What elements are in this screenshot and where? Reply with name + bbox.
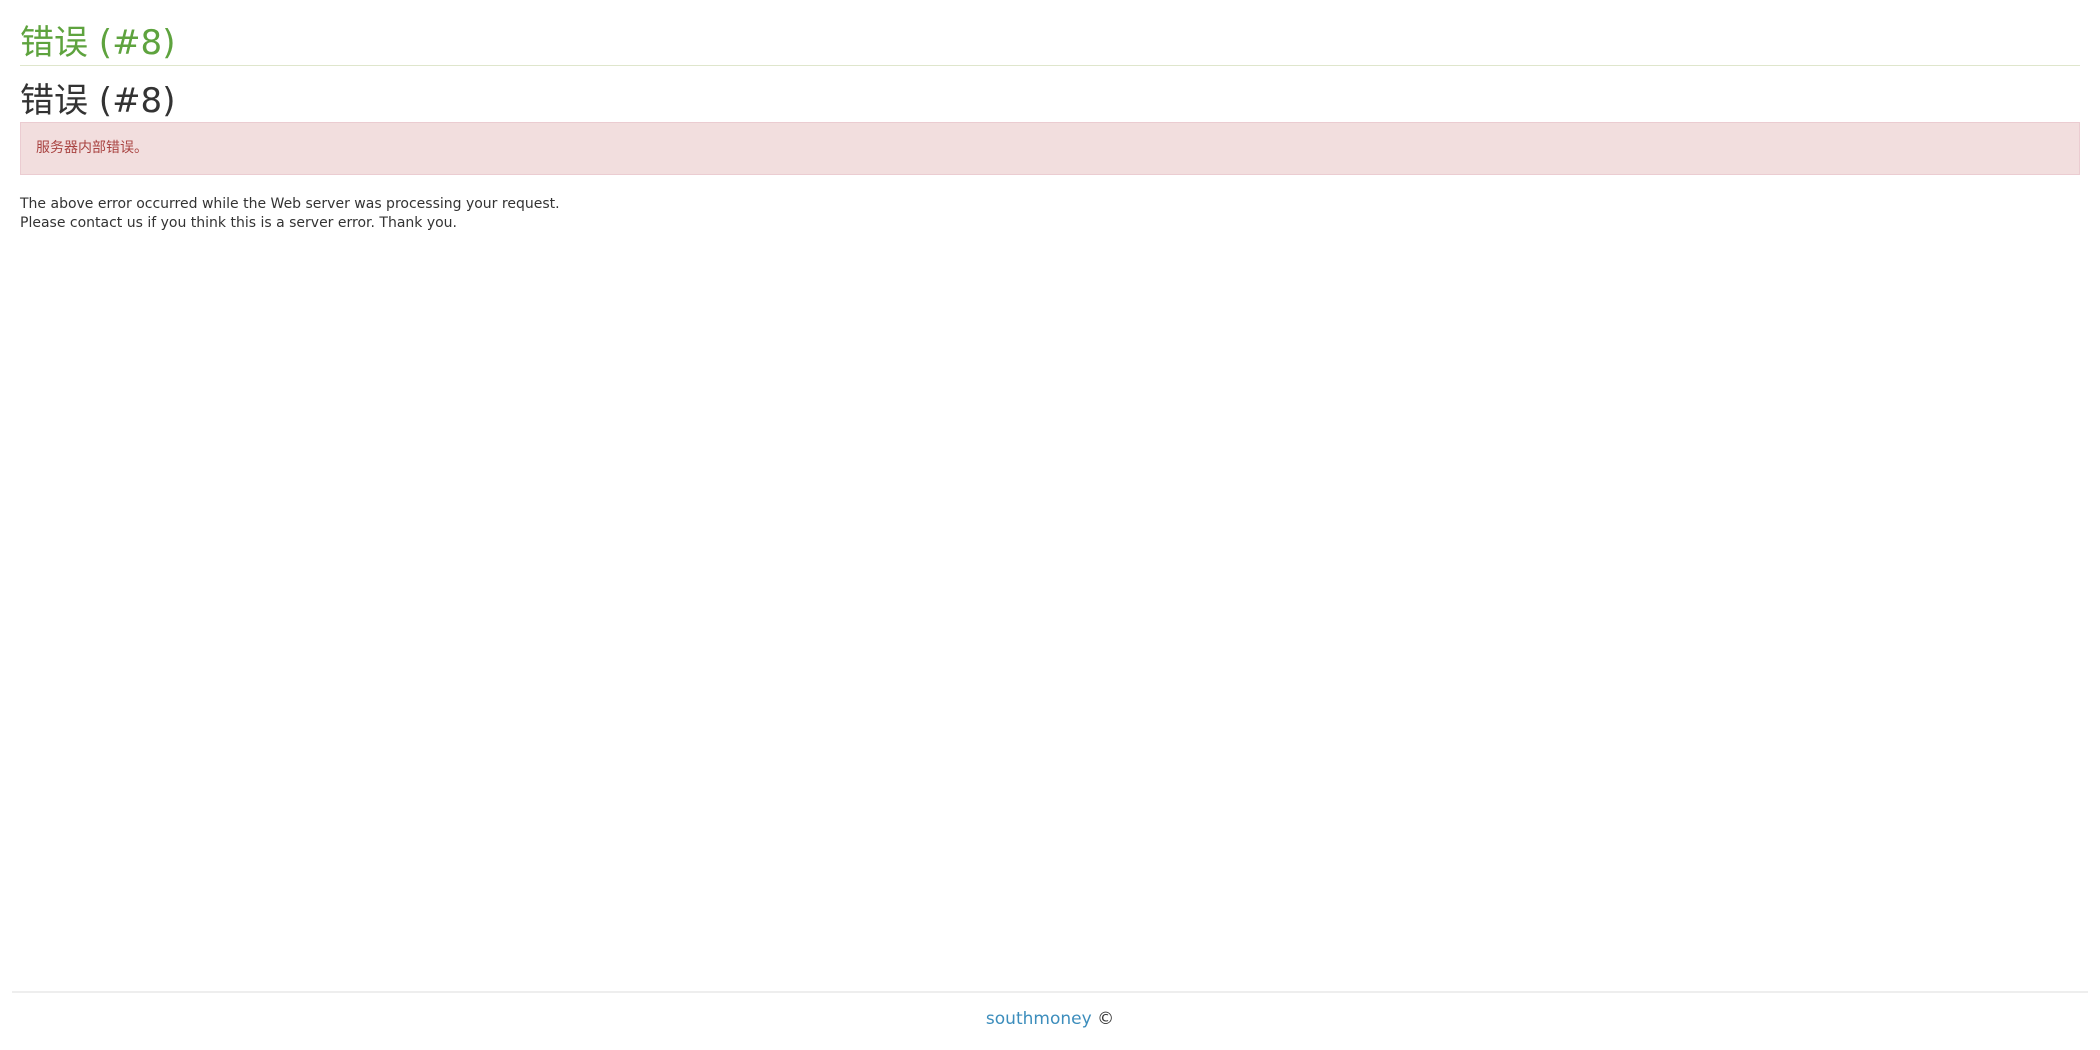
error-alert-message: 服务器内部错误。 <box>36 140 148 156</box>
footer-link-southmoney[interactable]: southmoney <box>986 1009 1092 1029</box>
error-explanation: The above error occurred while the Web s… <box>20 195 2080 233</box>
footer: southmoney © <box>12 991 2088 1029</box>
error-title: 错误 (#8) <box>20 81 176 121</box>
explanation-line-1: The above error occurred while the Web s… <box>20 196 560 212</box>
main-content: 错误 (#8) 错误 (#8) 服务器内部错误。 The above error… <box>20 0 2080 233</box>
error-page: 错误 (#8) 错误 (#8) 服务器内部错误。 The above error… <box>0 0 2100 1050</box>
error-alert: 服务器内部错误。 <box>20 122 2080 175</box>
site-title: 错误 (#8) <box>20 0 2080 66</box>
explanation-line-2: Please contact us if you think this is a… <box>20 215 458 231</box>
copyright-symbol: © <box>1097 1009 1115 1029</box>
